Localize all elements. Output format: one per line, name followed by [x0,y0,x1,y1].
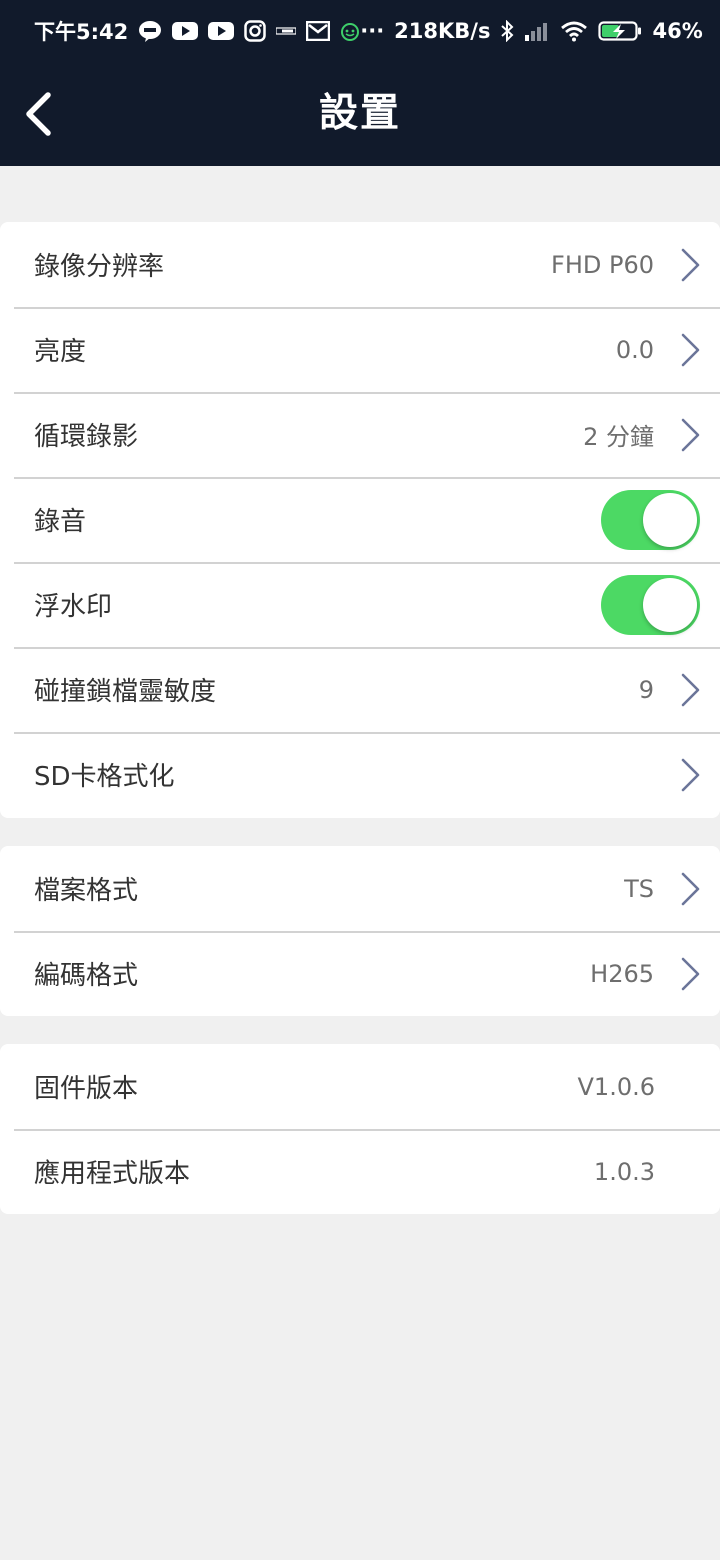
setting-row-encoding-format[interactable]: 編碼格式 H265 [0,931,720,1016]
setting-row-file-format[interactable]: 檔案格式 TS [0,846,720,931]
setting-label: 應用程式版本 [34,1159,191,1189]
settings-group-format: 檔案格式 TS 編碼格式 H265 [0,846,720,1016]
chevron-right-icon [681,957,700,990]
status-more: ··· [360,19,385,43]
net-speed: 218KB/s [394,19,491,43]
setting-value: 1.0.3 [593,1157,655,1186]
status-bar: 下午5:42 ··· 218KB/s 46% [0,0,720,62]
bluetooth-icon [500,20,514,42]
setting-row-firmware-version: 固件版本 V1.0.6 [0,1044,720,1129]
setting-row-sd-format[interactable]: SD卡格式化 [0,732,720,817]
setting-row-loop-recording[interactable]: 循環錄影 2 分鐘 [0,392,720,477]
setting-label: 檔案格式 [34,876,139,906]
youtube-icon [172,20,199,42]
setting-row-watermark: 浮水印 [0,562,720,647]
setting-row-audio-recording: 錄音 [0,477,720,562]
wifi-icon [560,20,588,42]
setting-label: 循環錄影 [34,422,139,452]
setting-label: 碰撞鎖檔靈敏度 [34,677,217,707]
watermark-toggle[interactable] [601,574,700,635]
signal-icon [524,20,550,42]
chevron-right-icon [681,673,700,706]
app-header: 下午5:42 ··· 218KB/s 46% 設置 [0,0,720,166]
setting-label: 浮水印 [34,592,113,622]
gmail-icon [306,20,331,42]
status-bar-left: 下午5:42 [34,16,360,46]
settings-group-recording: 錄像分辨率 FHD P60 亮度 0.0 循環錄影 2 分鐘 錄音 浮水印 碰撞… [0,222,720,818]
chevron-right-icon [681,333,700,366]
audio-recording-toggle[interactable] [601,489,700,550]
setting-label: 編碼格式 [34,961,139,991]
line-icon [138,20,162,42]
chevron-right-icon [681,758,700,791]
setting-value: H265 [590,959,654,988]
instagram-icon [244,20,266,42]
youtube-icon [208,20,235,42]
chevron-right-icon [681,248,700,281]
toggle-knob [643,577,697,632]
setting-row-resolution[interactable]: 錄像分辨率 FHD P60 [0,222,720,307]
setting-value: 0.0 [615,335,654,364]
settings-group-version: 固件版本 V1.0.6 應用程式版本 1.0.3 [0,1044,720,1214]
setting-value: 9 [638,675,654,704]
setting-label: 固件版本 [34,1074,139,1104]
battery-charging-icon [598,20,642,42]
battery-percent: 46% [652,19,703,43]
page-title: 設置 [318,91,401,136]
status-time: 下午5:42 [34,20,129,44]
setting-value: FHD P60 [551,250,654,279]
setting-label: 亮度 [34,337,87,367]
chevron-right-icon [681,872,700,905]
setting-label: SD卡格式化 [34,762,175,792]
status-bar-right: ··· 218KB/s 46% [360,19,703,43]
toggle-knob [643,492,697,547]
setting-label: 錄音 [34,507,87,537]
chevron-right-icon [681,418,700,451]
setting-value: TS [624,874,654,903]
setting-row-app-version: 應用程式版本 1.0.3 [0,1129,720,1214]
setting-value: 2 分鐘 [583,423,654,451]
setting-value: V1.0.6 [577,1072,655,1101]
navigation-bar: 設置 [0,62,720,166]
android-icon [340,20,360,42]
setting-row-collision-sensitivity[interactable]: 碰撞鎖檔靈敏度 9 [0,647,720,732]
ex-icon [276,20,297,42]
setting-row-brightness[interactable]: 亮度 0.0 [0,307,720,392]
setting-label: 錄像分辨率 [34,252,165,282]
